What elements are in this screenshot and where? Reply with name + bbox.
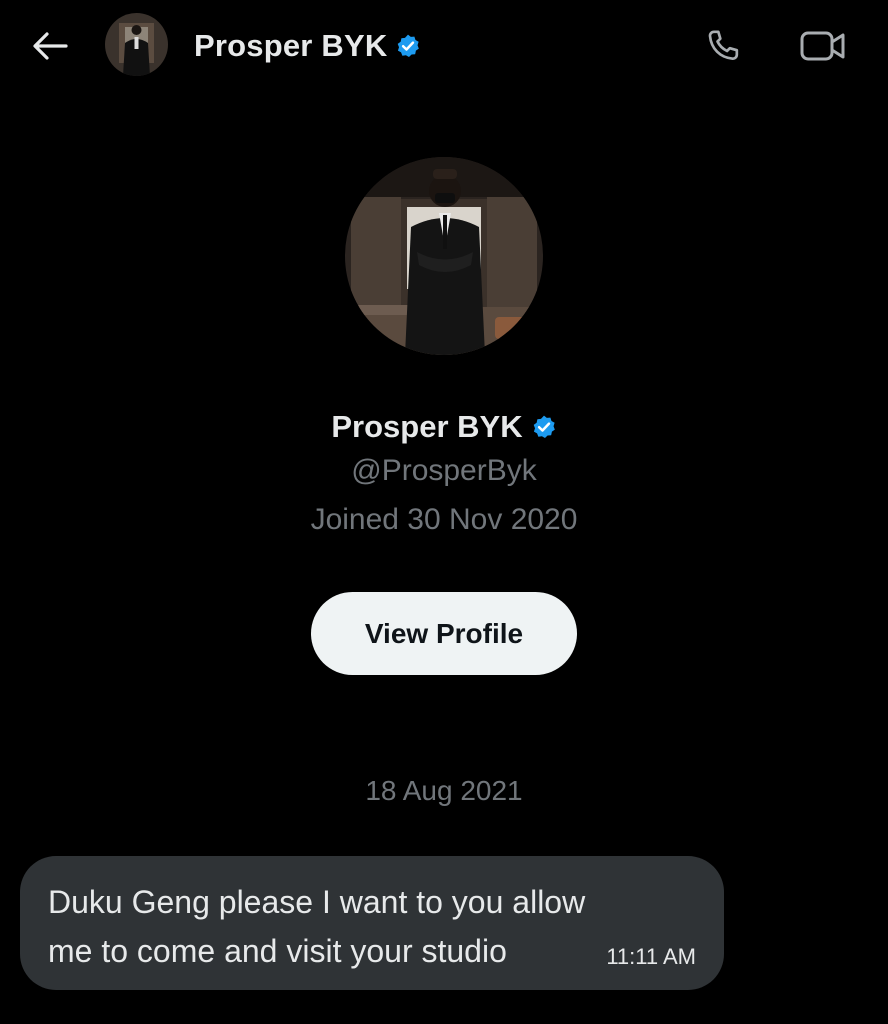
- arrow-left-icon: [32, 31, 68, 61]
- message-text: Duku Geng please I want to you allow me …: [48, 884, 586, 969]
- conversation-header: Prosper BYK: [0, 0, 888, 92]
- header-name-text: Prosper BYK: [194, 28, 388, 63]
- video-camera-icon: [800, 28, 846, 64]
- message-timestamp: 11:11 AM: [606, 944, 696, 969]
- profile-name: Prosper BYK: [0, 405, 888, 449]
- profile-handle: @ProsperByk: [351, 454, 537, 487]
- profile-avatar[interactable]: [345, 157, 543, 355]
- profile-name-text: Prosper BYK: [331, 409, 523, 444]
- header-contact-name[interactable]: Prosper BYK: [194, 26, 421, 66]
- voice-call-button[interactable]: [700, 24, 746, 68]
- dm-conversation-screen: Prosper BYK Prosper BYK @ProsperByk Join…: [0, 0, 888, 1024]
- phone-icon: [703, 26, 743, 66]
- back-button[interactable]: [28, 26, 72, 66]
- date-separator: 18 Aug 2021: [365, 775, 523, 806]
- message-bubble-incoming[interactable]: Duku Geng please I want to you allow me …: [20, 856, 724, 990]
- header-avatar[interactable]: [105, 13, 168, 76]
- verified-badge-icon: [395, 33, 421, 59]
- verified-badge-icon: [531, 414, 557, 440]
- video-call-button[interactable]: [797, 24, 849, 68]
- profile-joined-date: Joined 30 Nov 2020: [310, 503, 578, 536]
- view-profile-button[interactable]: View Profile: [311, 592, 577, 675]
